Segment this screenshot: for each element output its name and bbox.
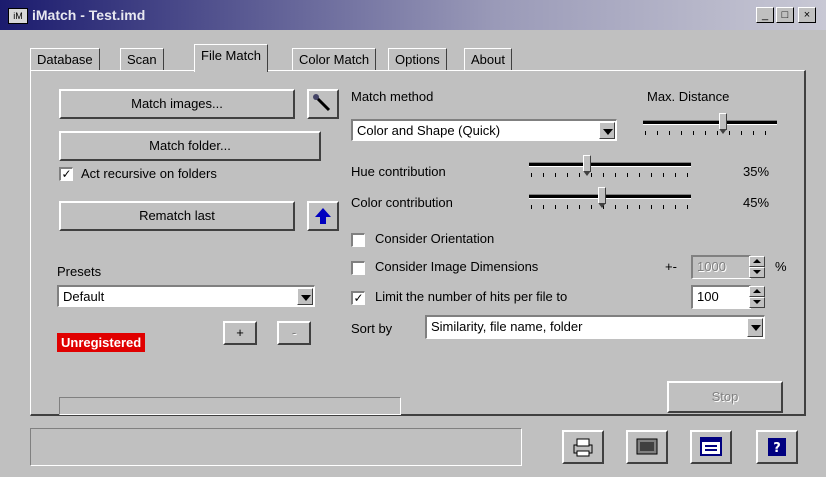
color-contribution-slider[interactable] (529, 187, 691, 213)
plus-minus-label: +- (665, 259, 677, 274)
magic-wand-icon (313, 94, 331, 112)
print-button[interactable] (562, 430, 604, 464)
max-distance-slider[interactable] (643, 113, 777, 139)
rematch-last-button[interactable]: Rematch last (59, 201, 295, 231)
slider-thumb[interactable] (598, 187, 606, 208)
dimensions-input[interactable]: 1000 (691, 255, 751, 279)
stop-button[interactable]: Stop (667, 381, 783, 413)
consider-orientation-label: Consider Orientation (375, 231, 495, 246)
image-button[interactable] (626, 430, 668, 464)
max-distance-label: Max. Distance (647, 89, 730, 104)
tab-color-match[interactable]: Color Match (292, 48, 377, 70)
settings-button[interactable] (690, 430, 732, 464)
match-folder-button[interactable]: Match folder... (59, 131, 321, 161)
act-recursive-label: Act recursive on folders (81, 166, 217, 181)
chevron-down-icon[interactable] (297, 288, 313, 305)
presets-dropdown[interactable]: Default (57, 285, 315, 307)
consider-dimensions-label: Consider Image Dimensions (375, 259, 539, 274)
limit-hits-label: Limit the number of hits per file to (375, 289, 568, 304)
percent-label: % (775, 259, 787, 274)
chevron-down-icon[interactable] (747, 318, 763, 337)
help-button[interactable]: ? (756, 430, 798, 464)
hue-contribution-label: Hue contribution (351, 164, 446, 179)
limit-hits-input[interactable]: 100 (691, 285, 751, 309)
progress-bar (59, 397, 401, 415)
match-method-label: Match method (351, 89, 434, 104)
close-button[interactable]: × (798, 7, 816, 23)
remove-preset-button[interactable]: - (277, 321, 311, 345)
color-contribution-label: Color contribution (351, 195, 453, 210)
tab-database[interactable]: Database (30, 48, 100, 70)
unregistered-badge: Unregistered (57, 333, 146, 352)
window-title: iMatch - Test.imd (32, 7, 146, 23)
slider-thumb[interactable] (719, 113, 727, 134)
wand-button[interactable] (307, 89, 339, 119)
color-contribution-value: 45% (743, 195, 770, 210)
file-match-panel: Match images... Match folder... ✓ Act re… (30, 70, 806, 416)
window-list-icon (700, 437, 722, 456)
match-images-button[interactable]: Match images... (59, 89, 295, 119)
status-text-box (30, 428, 522, 466)
tab-about[interactable]: About (464, 48, 512, 70)
printer-icon (573, 438, 593, 457)
slider-thumb[interactable] (583, 155, 591, 176)
svg-text:?: ? (773, 441, 781, 456)
app-window: iM iMatch - Test.imd _ □ × Database Scan… (0, 0, 826, 477)
tab-options[interactable]: Options (388, 48, 447, 70)
limit-hits-checkbox[interactable]: ✓ (351, 291, 365, 305)
app-icon[interactable]: iM (8, 8, 28, 24)
consider-dimensions-checkbox[interactable] (351, 261, 365, 275)
tab-scan[interactable]: Scan (120, 48, 164, 70)
consider-orientation-checkbox[interactable] (351, 233, 365, 247)
maximize-button[interactable]: □ (776, 7, 794, 23)
rematch-up-button[interactable] (307, 201, 339, 231)
title-bar[interactable]: iM iMatch - Test.imd _ □ × (0, 0, 826, 30)
sort-by-label: Sort by (351, 321, 393, 336)
arrow-up-icon (315, 208, 331, 224)
tab-file-match[interactable]: File Match (194, 44, 268, 72)
hue-contribution-slider[interactable] (529, 155, 691, 181)
image-icon (636, 438, 658, 455)
minimize-button[interactable]: _ (756, 7, 774, 23)
add-preset-button[interactable]: + (223, 321, 257, 345)
limit-hits-spinner[interactable] (749, 286, 765, 308)
help-icon: ? (768, 438, 786, 456)
presets-label: Presets (57, 264, 102, 279)
hue-contribution-value: 35% (743, 164, 770, 179)
dimensions-spinner[interactable] (749, 256, 765, 278)
chevron-down-icon[interactable] (599, 122, 615, 139)
sort-by-dropdown[interactable]: Similarity, file name, folder (425, 315, 765, 339)
act-recursive-checkbox[interactable]: ✓ (59, 167, 73, 181)
match-method-dropdown[interactable]: Color and Shape (Quick) (351, 119, 617, 141)
